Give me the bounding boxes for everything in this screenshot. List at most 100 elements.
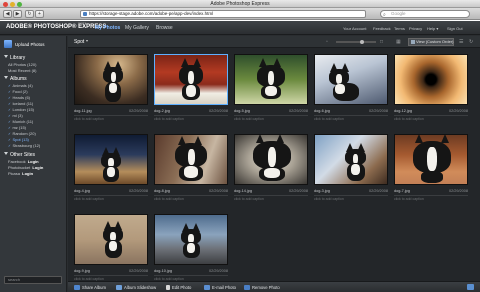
browser-search-field[interactable]: ⌕ Google	[380, 10, 470, 18]
add-caption-field[interactable]: click to add caption	[154, 115, 228, 121]
photo-thumbnail[interactable]	[234, 54, 308, 105]
add-caption-field[interactable]: click to add caption	[314, 115, 388, 121]
add-caption-field[interactable]: click to add caption	[74, 195, 148, 201]
album-item-selected[interactable]: Spot (13)	[8, 137, 28, 142]
photo-tile[interactable]: dog-11.jpg 02/29/2008 click to add captio…	[74, 54, 148, 132]
photobucket-login-link[interactable]: Login	[32, 165, 43, 170]
photo-thumbnail[interactable]	[74, 54, 148, 105]
photo-thumbnail[interactable]	[394, 134, 468, 185]
photo-tile[interactable]: dog-6.jpg 02/29/2008 click to add caption	[314, 54, 388, 132]
photo-tile[interactable]: dog-5.jpg 02/29/2008 click to add caption	[234, 54, 308, 132]
forward-arrow-icon[interactable]: ▶	[13, 10, 22, 18]
photo-thumbnail[interactable]	[314, 134, 388, 185]
large-thumbnail-icon[interactable]: □	[380, 39, 383, 45]
photo-thumbnail[interactable]	[394, 54, 468, 105]
album-item[interactable]: ml (3)	[8, 113, 22, 118]
library-item-all-photos[interactable]: All Photos (120)	[8, 62, 36, 67]
add-bookmark-icon[interactable]: +	[35, 10, 44, 18]
small-thumbnail-icon[interactable]: ▫	[326, 39, 328, 45]
photo-tile[interactable]: dog-4.jpg 02/29/2008 click to add caption	[74, 134, 148, 212]
photo-tile[interactable]: dog-14.jpg 02/29/2008 click to add captio…	[234, 134, 308, 212]
album-item[interactable]: Animals (4)	[8, 83, 32, 88]
view-order-select[interactable]: View (Custom Order)	[408, 38, 454, 46]
share-album-button[interactable]: Share Album	[74, 284, 106, 290]
thumbnail-size-slider[interactable]	[336, 39, 376, 44]
dog-photo-image	[315, 135, 387, 184]
address-bar[interactable]: https://storage-stage.adobe.com/adobe-pe…	[80, 10, 366, 18]
add-caption-field[interactable]: click to add caption	[314, 195, 388, 201]
album-title: Spot	[74, 38, 85, 45]
library-section-header[interactable]: Library	[4, 55, 25, 61]
remove-photo-button[interactable]: Remove Photo	[244, 284, 280, 290]
upload-icon	[4, 40, 12, 48]
other-site-facebook: Facebook Login	[8, 159, 39, 164]
photo-thumbnail[interactable]	[154, 54, 228, 105]
privacy-link[interactable]: Privacy	[409, 26, 422, 31]
browser-search-placeholder: Google	[391, 11, 406, 16]
refresh-icon[interactable]: ↻	[469, 39, 473, 45]
nav-browse[interactable]: Browse	[156, 25, 173, 31]
back-arrow-icon[interactable]: ◀	[3, 10, 12, 18]
other-sites-section-header[interactable]: Other Sites	[4, 152, 35, 158]
album-item[interactable]: Munich (11)	[8, 119, 33, 124]
album-item[interactable]: London (15)	[8, 107, 34, 112]
email-photo-button[interactable]: E-mail Photo	[204, 284, 236, 290]
album-slideshow-button[interactable]: Album Slideshow	[116, 284, 156, 290]
picasa-login-link[interactable]: Login	[22, 171, 33, 176]
remove-photo-label: Remove Photo	[252, 284, 280, 290]
sidebar-search-input[interactable]: search	[4, 276, 62, 284]
photo-thumbnail[interactable]	[74, 134, 148, 185]
photo-filename: dog-3.jpg	[314, 189, 330, 193]
chevron-down-icon	[86, 39, 89, 42]
fullscreen-icon[interactable]	[467, 284, 474, 290]
facebook-login-link[interactable]: Login	[28, 159, 39, 164]
photo-thumbnail[interactable]	[74, 214, 148, 265]
album-item[interactable]: Random (20)	[8, 131, 35, 136]
content-toolbar: Spot ▫ □ ▦ View (Custom Order) ☰ ↻	[68, 36, 480, 48]
terms-link[interactable]: Terms	[394, 26, 405, 31]
photo-tile[interactable]: dog-8.jpg 02/29/2008 click to add caption	[154, 134, 228, 212]
album-item[interactable]: Strasbourg (12)	[8, 143, 40, 148]
sign-out-link[interactable]: Sign Out	[447, 26, 463, 31]
photo-tile[interactable]: dog-12.jpg 02/29/2008 click to add captio…	[394, 54, 468, 132]
photo-thumbnail[interactable]	[314, 54, 388, 105]
edit-photo-button[interactable]: Edit Photo	[166, 284, 191, 290]
disclosure-triangle-icon	[4, 152, 8, 155]
close-window-button[interactable]	[3, 1, 8, 7]
your-account-link[interactable]: Your Account	[343, 26, 366, 31]
album-item[interactable]: Heads (6)	[8, 95, 30, 100]
dog-photo-image	[75, 135, 147, 184]
add-caption-field[interactable]: click to add caption	[154, 195, 228, 201]
minimize-window-button[interactable]	[10, 1, 15, 7]
dog-photo-image	[75, 215, 147, 264]
photo-tile-selected[interactable]: dog-2.jpg 02/29/2008 click to add caption	[154, 54, 228, 132]
other-site-picasa: Picasa Login	[8, 171, 33, 176]
album-selector[interactable]: Spot	[74, 38, 89, 45]
zoom-window-button[interactable]	[17, 1, 22, 7]
photo-thumbnail[interactable]	[234, 134, 308, 185]
albums-section-header[interactable]: Albums	[4, 76, 27, 82]
nav-my-photos[interactable]: My Photos	[95, 25, 120, 31]
add-caption-field[interactable]: click to add caption	[234, 115, 308, 121]
album-item[interactable]: mz (15)	[8, 125, 26, 130]
add-caption-field[interactable]: click to add caption	[394, 115, 468, 121]
photo-tile[interactable]: dog-7.jpg 02/29/2008 click to add caption	[394, 134, 468, 212]
add-caption-field[interactable]: click to add caption	[74, 115, 148, 121]
album-item[interactable]: Iceland (11)	[8, 101, 33, 106]
reload-icon[interactable]: ↻	[25, 10, 34, 18]
photo-thumbnail[interactable]	[154, 214, 228, 265]
photo-tile[interactable]: dog-3.jpg 02/29/2008 click to add caption	[314, 134, 388, 212]
album-item[interactable]: Food (2)	[8, 89, 27, 94]
help-menu[interactable]: Help ▾	[427, 26, 438, 31]
list-view-icon[interactable]: ☰	[459, 39, 463, 45]
upload-photos-label: Upload Photos	[15, 41, 45, 47]
nav-my-gallery[interactable]: My Gallery	[125, 25, 149, 31]
slider-knob[interactable]	[360, 39, 364, 44]
library-item-most-recent[interactable]: Most Recent (8)	[8, 68, 36, 73]
url-text: https://storage-stage.adobe.com/adobe-pe…	[89, 11, 214, 16]
feedback-link[interactable]: Feedback	[373, 26, 391, 31]
add-caption-field[interactable]: click to add caption	[394, 195, 468, 201]
photo-thumbnail[interactable]	[154, 134, 228, 185]
grid-view-icon[interactable]: ▦	[396, 39, 401, 45]
add-caption-field[interactable]: click to add caption	[234, 195, 308, 201]
